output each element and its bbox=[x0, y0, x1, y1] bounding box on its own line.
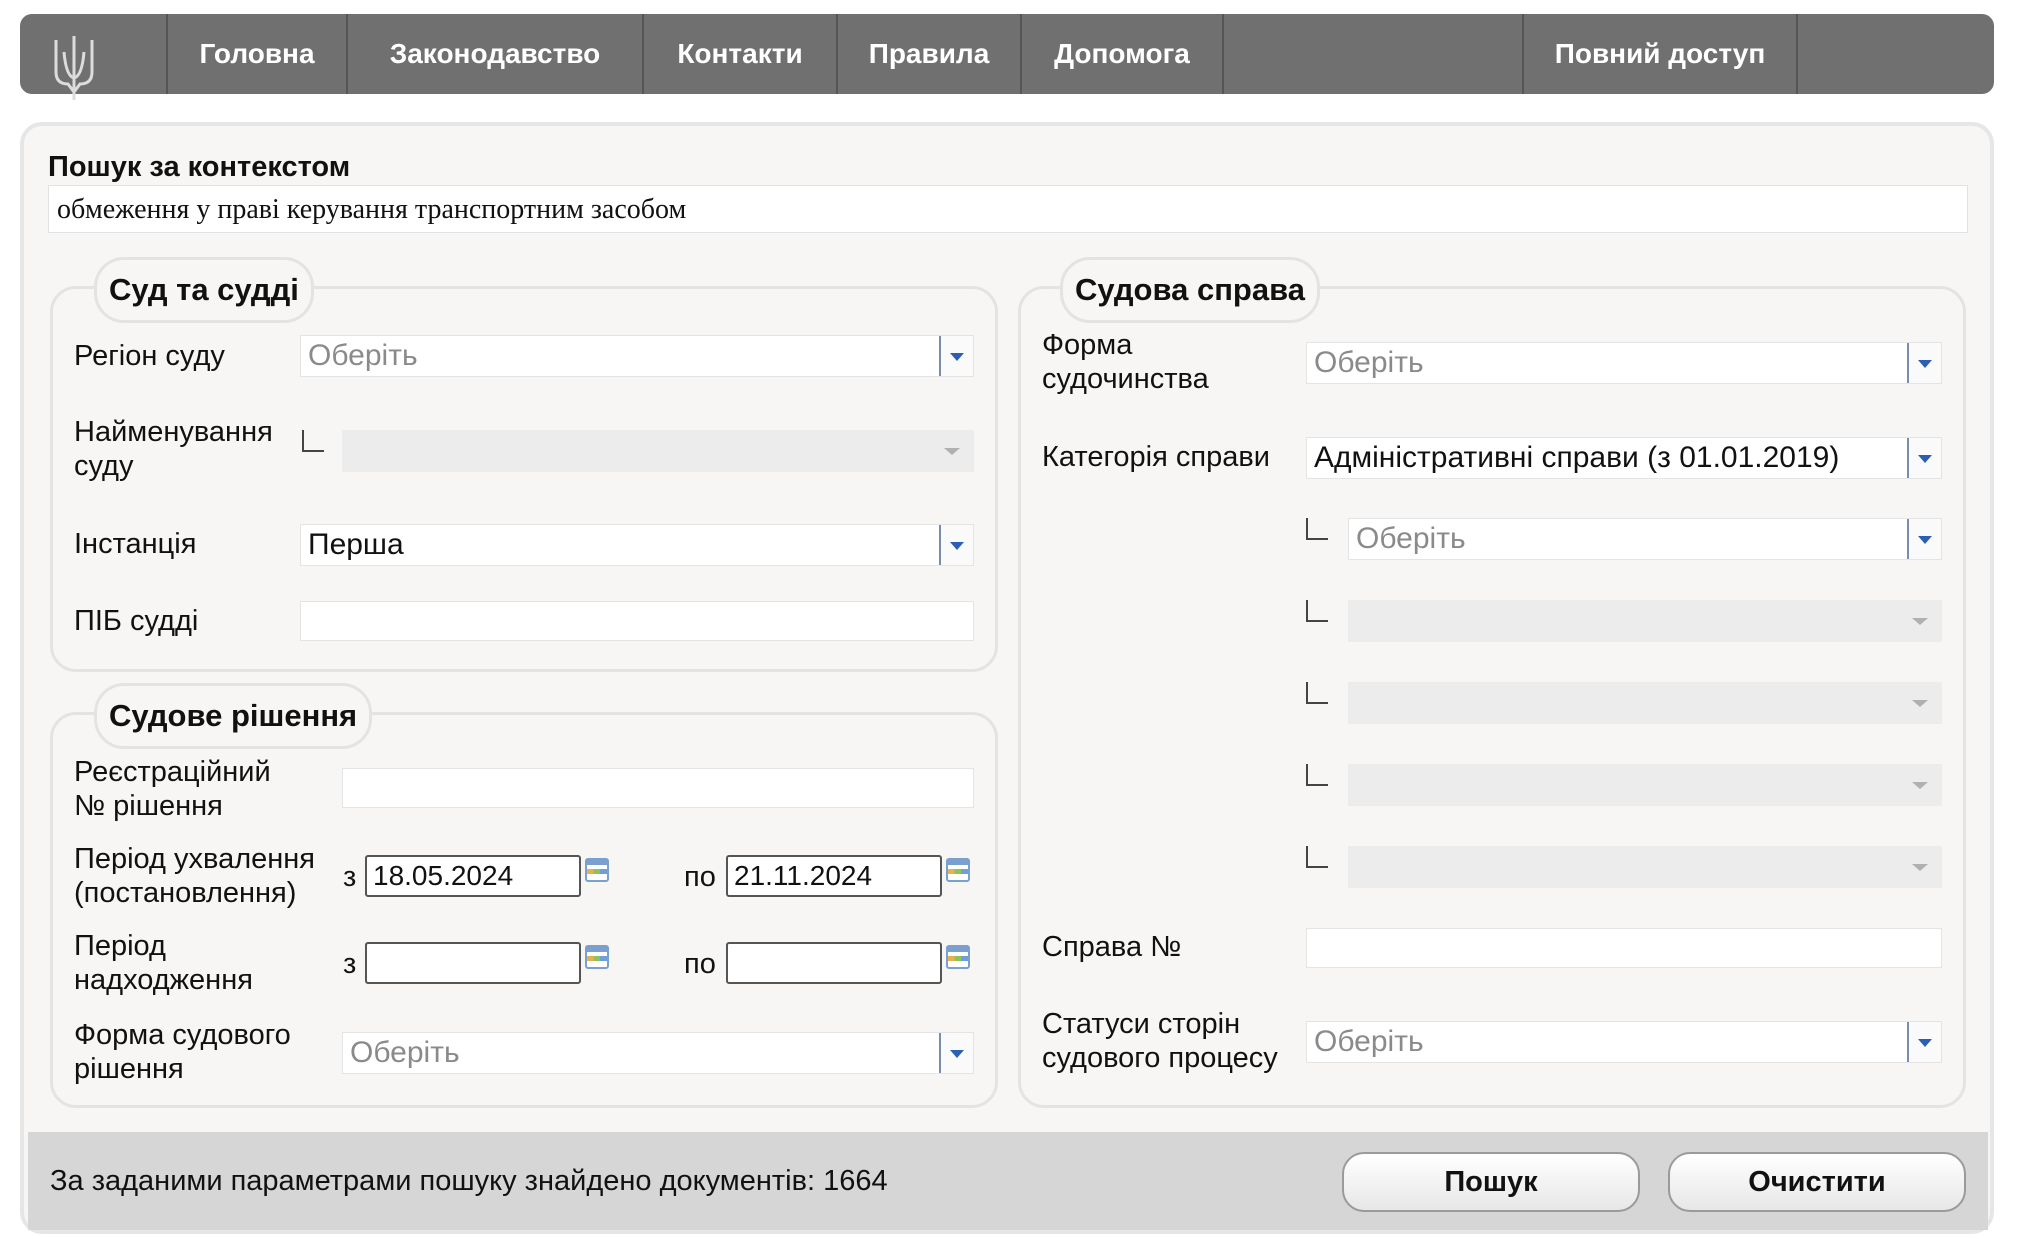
search-button[interactable]: Пошук bbox=[1342, 1152, 1640, 1212]
top-nav: Головна Законодавство Контакти Правила Д… bbox=[20, 14, 1994, 100]
chevron-down-icon[interactable] bbox=[1907, 519, 1941, 559]
decision-form-label: Форма судового рішення bbox=[74, 1019, 291, 1085]
case-number-input[interactable] bbox=[1306, 928, 1942, 968]
party-status-label: Статуси сторін судового процесу bbox=[1042, 1008, 1278, 1074]
case-subcategory-select[interactable]: Оберіть bbox=[1348, 518, 1942, 560]
adoption-from-label: з bbox=[343, 861, 357, 893]
party-status-select[interactable]: Оберіть bbox=[1306, 1021, 1942, 1063]
chevron-down-icon bbox=[1912, 700, 1928, 707]
nav-item-help[interactable]: Допомога bbox=[1022, 14, 1222, 94]
adoption-from-date-input[interactable]: 18.05.2024 bbox=[365, 855, 581, 897]
calendar-icon[interactable] bbox=[946, 858, 970, 882]
tree-branch-icon bbox=[1306, 600, 1328, 622]
chevron-down-icon[interactable] bbox=[1907, 438, 1941, 478]
context-search-input[interactable]: обмеження у праві керування транспортним… bbox=[48, 185, 1968, 233]
court-name-label: Найменування суду bbox=[74, 416, 273, 482]
chevron-down-icon[interactable] bbox=[939, 525, 973, 565]
judge-name-input[interactable] bbox=[300, 601, 974, 641]
adoption-to-date-input[interactable]: 21.11.2024 bbox=[726, 855, 942, 897]
chevron-down-icon bbox=[944, 448, 960, 455]
chevron-down-icon[interactable] bbox=[1907, 1022, 1941, 1062]
adoption-period-label: Період ухвалення (постановлення) bbox=[74, 843, 316, 909]
tree-branch-icon bbox=[1306, 682, 1328, 704]
decision-legend: Судове рішення bbox=[94, 683, 373, 749]
receipt-period-label: Період надходження bbox=[74, 930, 253, 996]
instance-select[interactable]: Перша bbox=[300, 524, 974, 566]
calendar-icon[interactable] bbox=[946, 945, 970, 969]
registration-number-input[interactable] bbox=[342, 768, 974, 808]
chevron-down-icon[interactable] bbox=[939, 1033, 973, 1073]
proceeding-form-select[interactable]: Оберіть bbox=[1306, 342, 1942, 384]
decision-form-select[interactable]: Оберіть bbox=[342, 1032, 974, 1074]
chevron-down-icon bbox=[1912, 618, 1928, 625]
calendar-icon[interactable] bbox=[585, 945, 609, 969]
nav-item-legislation[interactable]: Законодавство bbox=[348, 14, 642, 94]
tree-branch-icon bbox=[1306, 846, 1328, 868]
judge-name-label: ПІБ судді bbox=[74, 605, 199, 637]
nav-divider bbox=[1222, 14, 1224, 94]
receipt-from-date-input[interactable] bbox=[365, 942, 581, 984]
receipt-to-label: по bbox=[684, 948, 716, 980]
chevron-down-icon bbox=[1912, 864, 1928, 871]
case-category-select[interactable]: Адміністративні справи (з 01.01.2019) bbox=[1306, 437, 1942, 479]
case-category-label: Категорія справи bbox=[1042, 441, 1270, 473]
nav-item-contacts[interactable]: Контакти bbox=[644, 14, 836, 94]
nav-item-rules[interactable]: Правила bbox=[838, 14, 1020, 94]
nav-divider bbox=[1796, 14, 1798, 94]
clear-button[interactable]: Очистити bbox=[1668, 1152, 1966, 1212]
proceeding-form-label: Форма судочинства bbox=[1042, 329, 1209, 395]
results-count-text: За заданими параметрами пошуку знайдено … bbox=[50, 1165, 888, 1197]
case-subcategory-level4-select bbox=[1348, 764, 1942, 806]
registration-number-label: Реєстраційний № рішення bbox=[74, 756, 271, 822]
court-region-select[interactable]: Оберіть bbox=[300, 335, 974, 377]
tree-branch-icon bbox=[1306, 518, 1328, 540]
chevron-down-icon[interactable] bbox=[939, 336, 973, 376]
trident-logo-icon[interactable] bbox=[50, 32, 98, 102]
receipt-to-date-input[interactable] bbox=[726, 942, 942, 984]
instance-label: Інстанція bbox=[74, 528, 197, 560]
receipt-from-label: з bbox=[343, 948, 357, 980]
case-subcategory-level3-select bbox=[1348, 682, 1942, 724]
adoption-to-label: по bbox=[684, 861, 716, 893]
calendar-icon[interactable] bbox=[585, 858, 609, 882]
case-number-label: Справа № bbox=[1042, 931, 1182, 963]
context-search-label: Пошук за контекстом bbox=[48, 151, 351, 183]
court-name-select bbox=[342, 430, 974, 472]
tree-branch-icon bbox=[302, 430, 324, 452]
case-subcategory-level2-select bbox=[1348, 600, 1942, 642]
chevron-down-icon bbox=[1912, 782, 1928, 789]
court-judges-legend: Суд та судді bbox=[94, 257, 314, 323]
tree-branch-icon bbox=[1306, 764, 1328, 786]
court-region-label: Регіон суду bbox=[74, 340, 225, 372]
chevron-down-icon[interactable] bbox=[1907, 343, 1941, 383]
nav-item-full-access[interactable]: Повний доступ bbox=[1524, 14, 1796, 94]
case-legend: Судова справа bbox=[1060, 257, 1321, 323]
nav-item-home[interactable]: Головна bbox=[168, 14, 346, 94]
case-subcategory-level5-select bbox=[1348, 846, 1942, 888]
